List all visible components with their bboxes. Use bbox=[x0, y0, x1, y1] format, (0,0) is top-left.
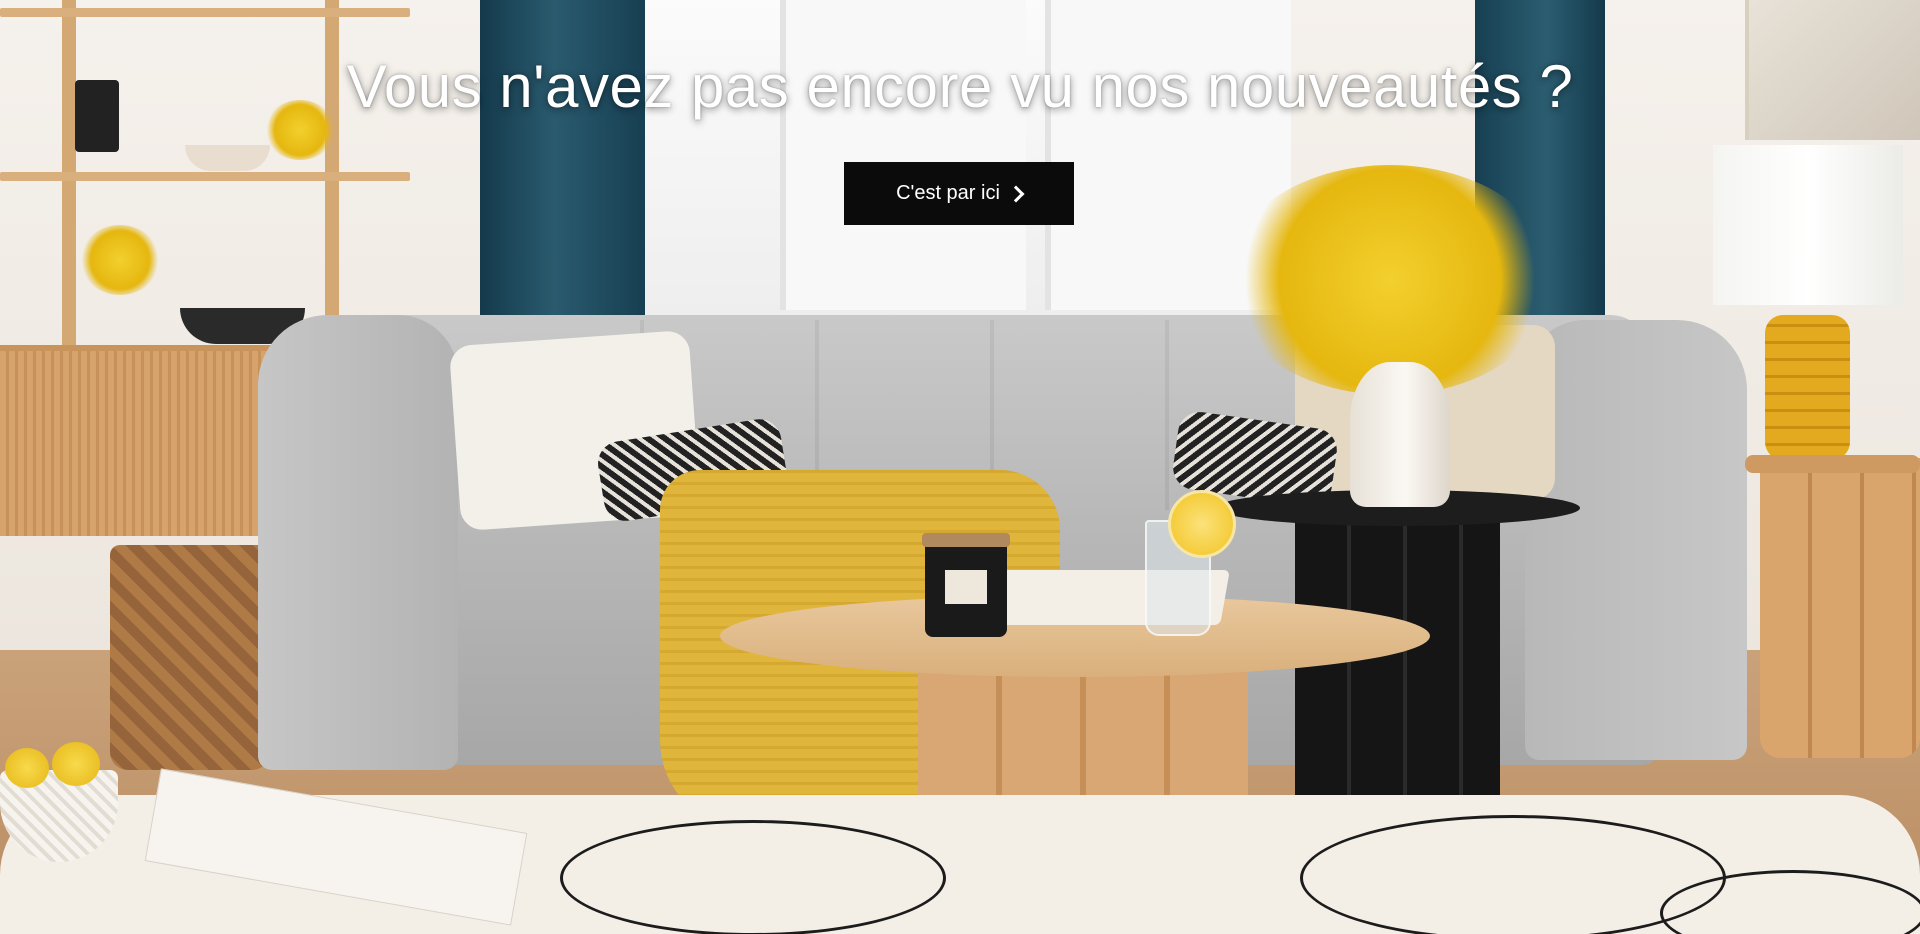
sofa-arm-right bbox=[1525, 320, 1747, 760]
hero-headline: Vous n'avez pas encore vu nos nouveautés… bbox=[346, 53, 1574, 120]
shelf bbox=[0, 172, 410, 181]
window-pane bbox=[780, 0, 1026, 310]
lemon-slice bbox=[1168, 490, 1236, 558]
lemon bbox=[52, 742, 100, 786]
chevron-right-icon bbox=[1007, 185, 1025, 202]
vase bbox=[1350, 362, 1450, 507]
curtain-left bbox=[480, 0, 645, 320]
flowers bbox=[80, 225, 160, 295]
candle-label bbox=[945, 570, 987, 604]
mimosa-flowers bbox=[1225, 165, 1555, 395]
cta-button[interactable]: C'est par ici bbox=[844, 162, 1074, 225]
bowl bbox=[185, 145, 270, 171]
sofa-arm-left bbox=[258, 315, 458, 770]
lemon bbox=[5, 748, 49, 788]
side-table-top bbox=[1745, 455, 1920, 473]
basket bbox=[110, 545, 270, 770]
lamp-base bbox=[1765, 315, 1850, 460]
cta-button-label: C'est par ici bbox=[896, 182, 1000, 204]
rug-pattern bbox=[560, 820, 946, 934]
hero-banner: Vous n'avez pas encore vu nos nouveautés… bbox=[0, 0, 1920, 934]
sofa-channel bbox=[1165, 320, 1169, 510]
sideboard bbox=[0, 345, 280, 536]
shelf bbox=[0, 8, 410, 17]
side-table bbox=[1760, 458, 1920, 758]
candle-lid bbox=[922, 533, 1010, 547]
lamp-shade bbox=[1713, 145, 1903, 305]
shelf-post bbox=[325, 0, 339, 330]
